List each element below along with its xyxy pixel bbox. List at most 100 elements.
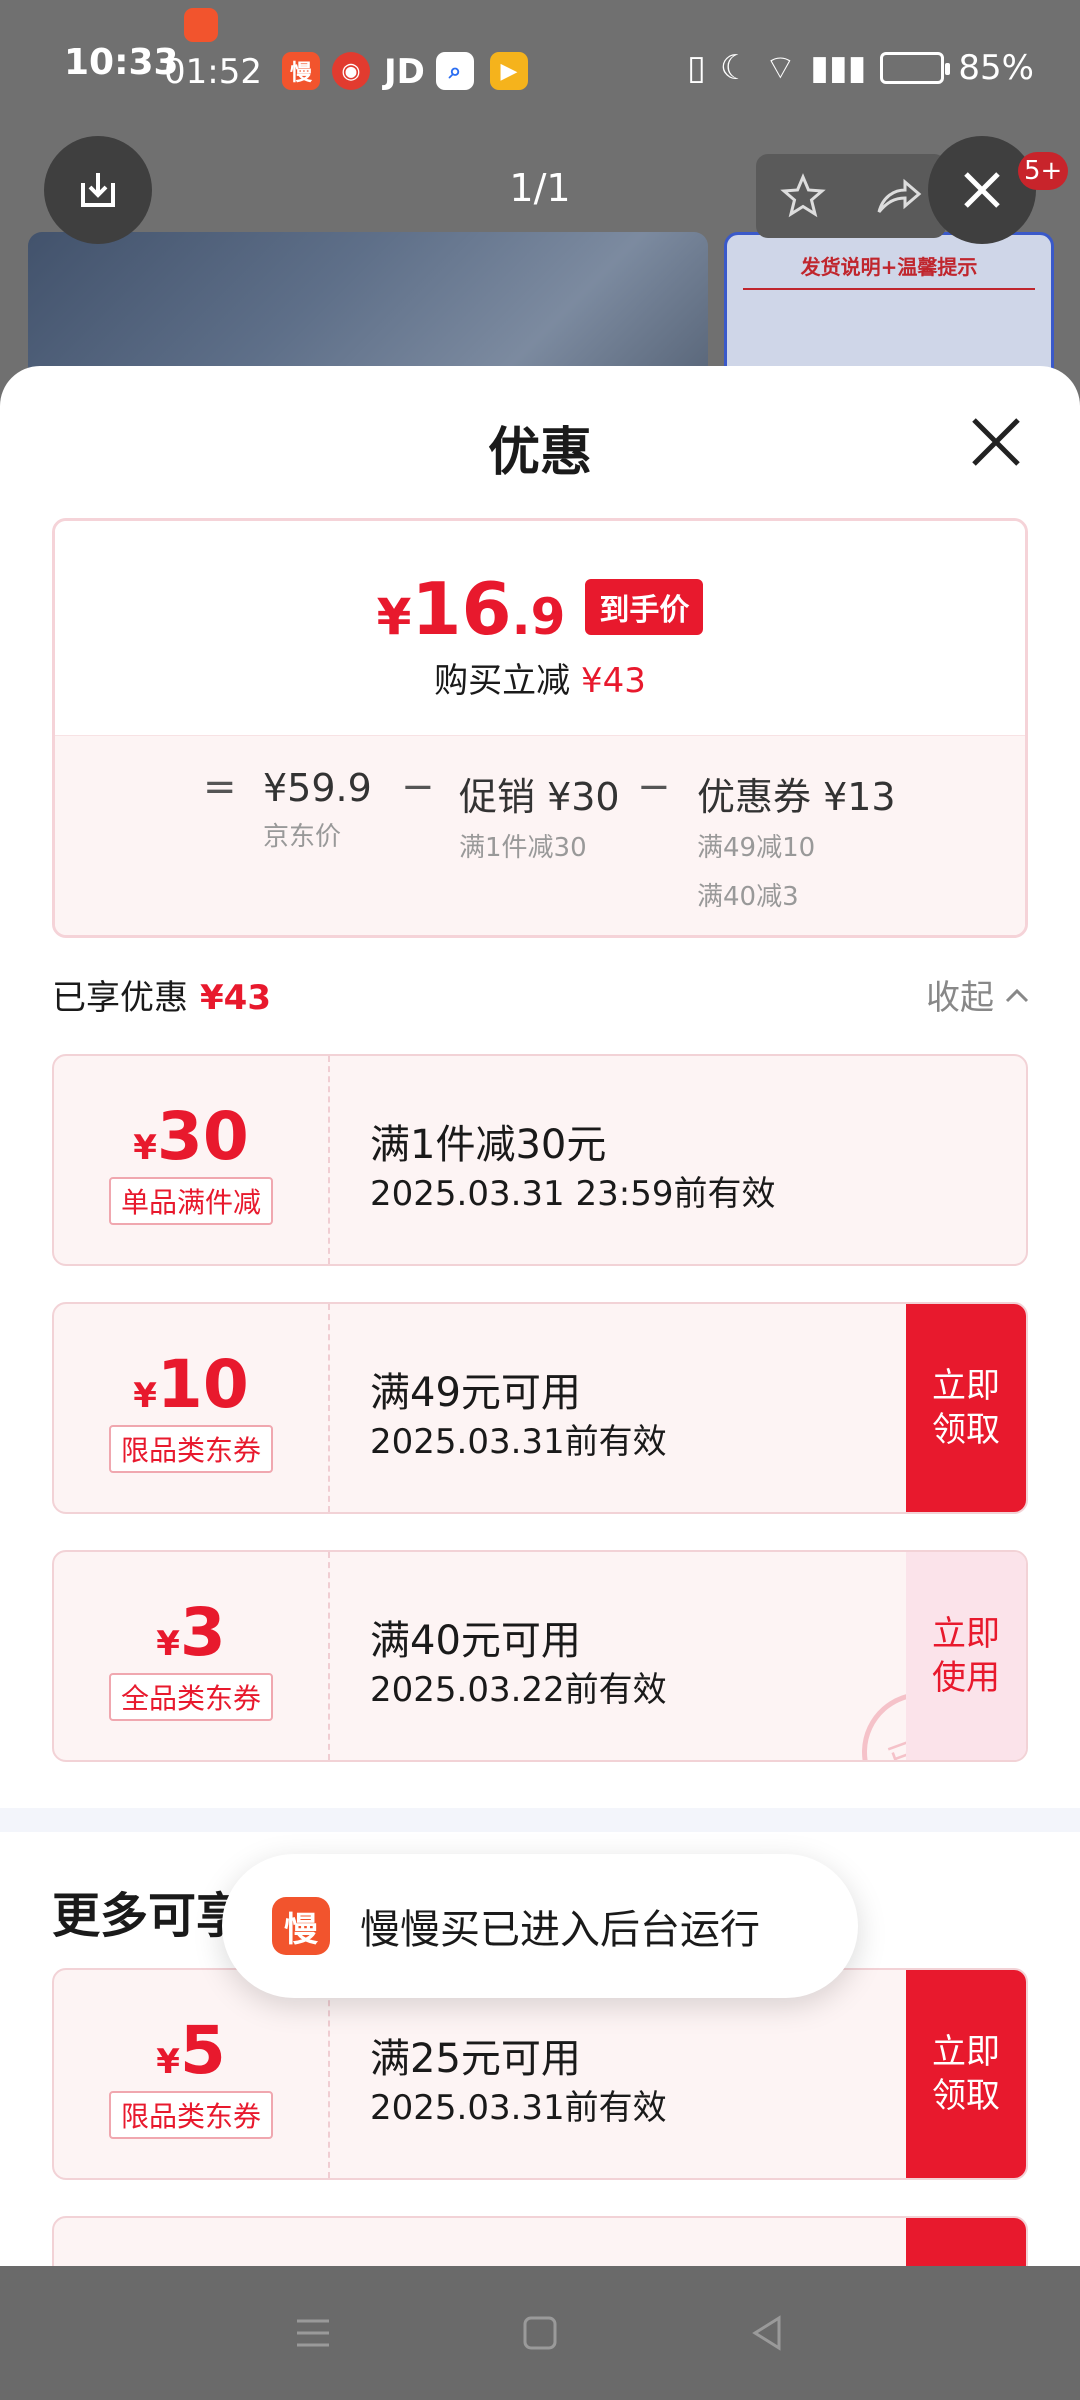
coupon-currency: ¥ bbox=[156, 2042, 180, 2082]
close-viewer-button[interactable] bbox=[928, 136, 1036, 244]
use-coupon-button[interactable]: 立即 使用 bbox=[906, 1552, 1026, 1760]
sheet-title: 优惠 bbox=[487, 423, 592, 483]
coupon-amount: 3 bbox=[179, 1594, 226, 1671]
coupon-amount: 10 bbox=[156, 1346, 249, 1423]
chevron-up-icon bbox=[1005, 988, 1029, 1002]
vibrate-icon: ▯ bbox=[687, 47, 706, 88]
man-app-icon-small bbox=[184, 8, 218, 42]
claim-coupon-button[interactable] bbox=[906, 2218, 1026, 2266]
coupon-title: 满25元可用 bbox=[370, 2036, 581, 2082]
jd-price: ¥59.9 bbox=[263, 766, 372, 810]
final-price: ¥16.9 到手价 bbox=[55, 567, 1025, 651]
coupon-expiry: 2025.03.31前有效 bbox=[370, 1422, 667, 1462]
claim-coupon-button[interactable]: 立即 领取 bbox=[906, 1970, 1026, 2178]
coupon-card: ¥3 全品类东券 满40元可用 2025.03.22前有效 已领 立即 使用 bbox=[52, 1550, 1028, 1762]
use-button-label: 立即 使用 bbox=[932, 1614, 1000, 1698]
minus-sign: − bbox=[637, 764, 671, 810]
coupon-item: 优惠券 ¥13 满49减10 满40减3 bbox=[697, 766, 896, 913]
coupon-detail-2: 满40减3 bbox=[697, 882, 799, 912]
coupon-currency: ¥ bbox=[156, 1624, 180, 1664]
battery-percent: 85% bbox=[958, 47, 1034, 88]
preview-divider bbox=[743, 288, 1035, 290]
coupon-title: 满49元可用 bbox=[370, 1370, 581, 1416]
taobao-icon: ◉ bbox=[332, 52, 370, 90]
status-time-overlay: 01:52 bbox=[164, 52, 262, 92]
coupon-amount: 5 bbox=[179, 2012, 226, 2089]
home-icon[interactable] bbox=[520, 2313, 560, 2353]
download-icon bbox=[81, 173, 115, 207]
notification-badge: 5+ bbox=[1018, 152, 1069, 190]
coupon-type-tag: 单品满件减 bbox=[108, 1177, 273, 1225]
status-bar: 10:33 01:52 慢 ◉ JD ⌕ ▶ ▯ ☾ ⌔ ▮▮▮ 85% bbox=[0, 0, 1080, 130]
status-right: ▯ ☾ ⌔ ▮▮▮ 85% bbox=[687, 46, 1034, 89]
coupon-value: ¥5 限品类东券 bbox=[54, 1970, 330, 2178]
signal-icon: ▮▮▮ bbox=[810, 47, 867, 88]
menu-icon[interactable] bbox=[293, 2313, 333, 2353]
final-price-section: ¥16.9 到手价 购买立减 ¥43 bbox=[55, 521, 1025, 735]
coupon-currency: ¥ bbox=[133, 1376, 157, 1416]
price-currency: ¥ bbox=[376, 588, 412, 646]
more-discounts-title: 更多可享 bbox=[52, 1888, 245, 1944]
background-toast: 慢 慢慢买已进入后台运行 bbox=[222, 1854, 858, 1998]
wifi-icon: ⌔ bbox=[764, 48, 797, 88]
enjoyed-amount: ¥43 bbox=[200, 978, 271, 1018]
jd-price-item: ¥59.9 京东价 bbox=[263, 766, 372, 853]
status-time: 10:33 bbox=[64, 42, 179, 83]
price-subtitle: 购买立减 ¥43 bbox=[55, 653, 1025, 702]
promo-item: 促销 ¥30 满1件减30 bbox=[459, 766, 620, 864]
coupon-detail-1: 满49减10 bbox=[697, 833, 816, 863]
collapse-label: 收起 bbox=[926, 978, 994, 1018]
coupon-amount: 30 bbox=[156, 1098, 249, 1175]
equals-sign: = bbox=[203, 764, 237, 810]
coupon-type-tag: 限品类东券 bbox=[108, 1425, 273, 1473]
close-icon bbox=[964, 172, 1000, 208]
coupon-value: ¥10 限品类东券 bbox=[54, 1304, 330, 1512]
coupon-title: 满1件减30元 bbox=[370, 1122, 607, 1168]
toast-message: 慢慢买已进入后台运行 bbox=[360, 1907, 760, 1953]
coupon-card: ¥5 限品类东券 满25元可用 2025.03.31前有效 立即 领取 bbox=[52, 1968, 1028, 2180]
coupon-currency: ¥ bbox=[133, 1128, 157, 1168]
promo-amount: 促销 ¥30 bbox=[459, 775, 620, 819]
coupon-card: ¥10 限品类东券 满49元可用 2025.03.31前有效 立即 领取 bbox=[52, 1302, 1028, 1514]
star-icon[interactable] bbox=[779, 172, 827, 220]
enjoyed-label: 已享优惠 bbox=[52, 978, 188, 1018]
download-button[interactable] bbox=[44, 136, 152, 244]
price-decimal: .9 bbox=[511, 588, 566, 646]
preview-title: 发货说明+温馨提示 bbox=[800, 255, 978, 279]
coupon-card[interactable]: ¥30 单品满件减 满1件减30元 2025.03.31 23:59前有效 bbox=[52, 1054, 1028, 1266]
jd-price-label: 京东价 bbox=[263, 822, 342, 852]
image-counter: 1/1 bbox=[509, 166, 571, 210]
system-nav-bar bbox=[0, 2266, 1080, 2400]
final-price-tag: 到手价 bbox=[585, 579, 704, 635]
man-app-icon: 慢 bbox=[282, 52, 320, 90]
minus-sign: − bbox=[401, 764, 435, 810]
search-app-icon: ⌕ bbox=[436, 52, 474, 90]
promo-detail: 满1件减30 bbox=[459, 833, 587, 863]
price-formula: = ¥59.9 京东价 − 促销 ¥30 满1件减30 − 优惠券 ¥13 满4… bbox=[55, 735, 1025, 935]
claim-button-label: 立即 领取 bbox=[932, 1366, 1000, 1450]
coupon-value: ¥30 单品满件减 bbox=[54, 1056, 330, 1264]
moon-icon: ☾ bbox=[719, 47, 751, 88]
jd-label: JD bbox=[384, 52, 425, 92]
man-app-icon: 慢 bbox=[272, 1897, 330, 1955]
share-icon[interactable] bbox=[873, 172, 923, 220]
coupon-expiry: 2025.03.31前有效 bbox=[370, 2088, 667, 2128]
price-integer: 16 bbox=[411, 567, 512, 651]
price-summary-card: ¥16.9 到手价 购买立减 ¥43 = ¥59.9 京东价 − 促销 ¥30 … bbox=[52, 518, 1028, 938]
price-subtitle-prefix: 购买立减 bbox=[434, 661, 571, 701]
claim-coupon-button[interactable]: 立即 领取 bbox=[906, 1304, 1026, 1512]
viewer-actions bbox=[756, 154, 946, 238]
coupon-expiry: 2025.03.22前有效 bbox=[370, 1670, 667, 1710]
section-divider bbox=[0, 1808, 1080, 1832]
collapse-button[interactable]: 收起 bbox=[926, 970, 1030, 1019]
price-subtitle-amount: ¥43 bbox=[580, 661, 646, 701]
battery-icon bbox=[880, 51, 951, 84]
coupon-card[interactable] bbox=[52, 2216, 1028, 2266]
coupon-type-tag: 全品类东券 bbox=[108, 1673, 273, 1721]
coupon-amount: 优惠券 ¥13 bbox=[697, 775, 896, 819]
back-icon[interactable] bbox=[747, 2313, 787, 2353]
enjoyed-discount: 已享优惠 ¥43 bbox=[52, 970, 271, 1019]
coupon-title: 满40元可用 bbox=[370, 1618, 581, 1664]
close-sheet-icon[interactable] bbox=[966, 412, 1026, 472]
claim-button-label: 立即 领取 bbox=[932, 2032, 1000, 2116]
